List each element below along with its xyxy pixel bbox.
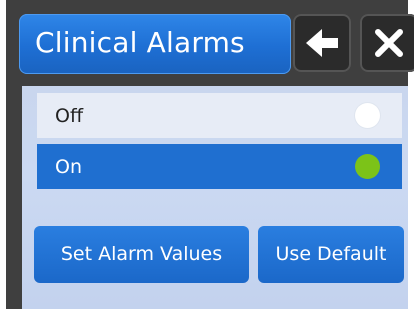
page-title: Clinical Alarms (35, 26, 245, 59)
alarm-panel: Off On Set Alarm Values Use Default (22, 86, 408, 309)
title-bar: Clinical Alarms (19, 14, 291, 74)
set-alarm-values-button[interactable]: Set Alarm Values (34, 226, 249, 283)
radio-indicator-off (355, 103, 380, 128)
use-default-button[interactable]: Use Default (258, 226, 404, 283)
radio-indicator-on (355, 154, 380, 179)
option-on-label: On (55, 156, 82, 178)
option-on[interactable]: On (37, 144, 402, 189)
option-off-label: Off (55, 105, 84, 127)
arrow-left-icon (306, 29, 338, 57)
close-icon (375, 29, 403, 57)
app-frame: Clinical Alarms Off On Set Alarm Values … (6, 0, 414, 309)
back-button[interactable] (293, 14, 351, 72)
option-off[interactable]: Off (37, 93, 402, 138)
close-button[interactable] (360, 14, 414, 72)
